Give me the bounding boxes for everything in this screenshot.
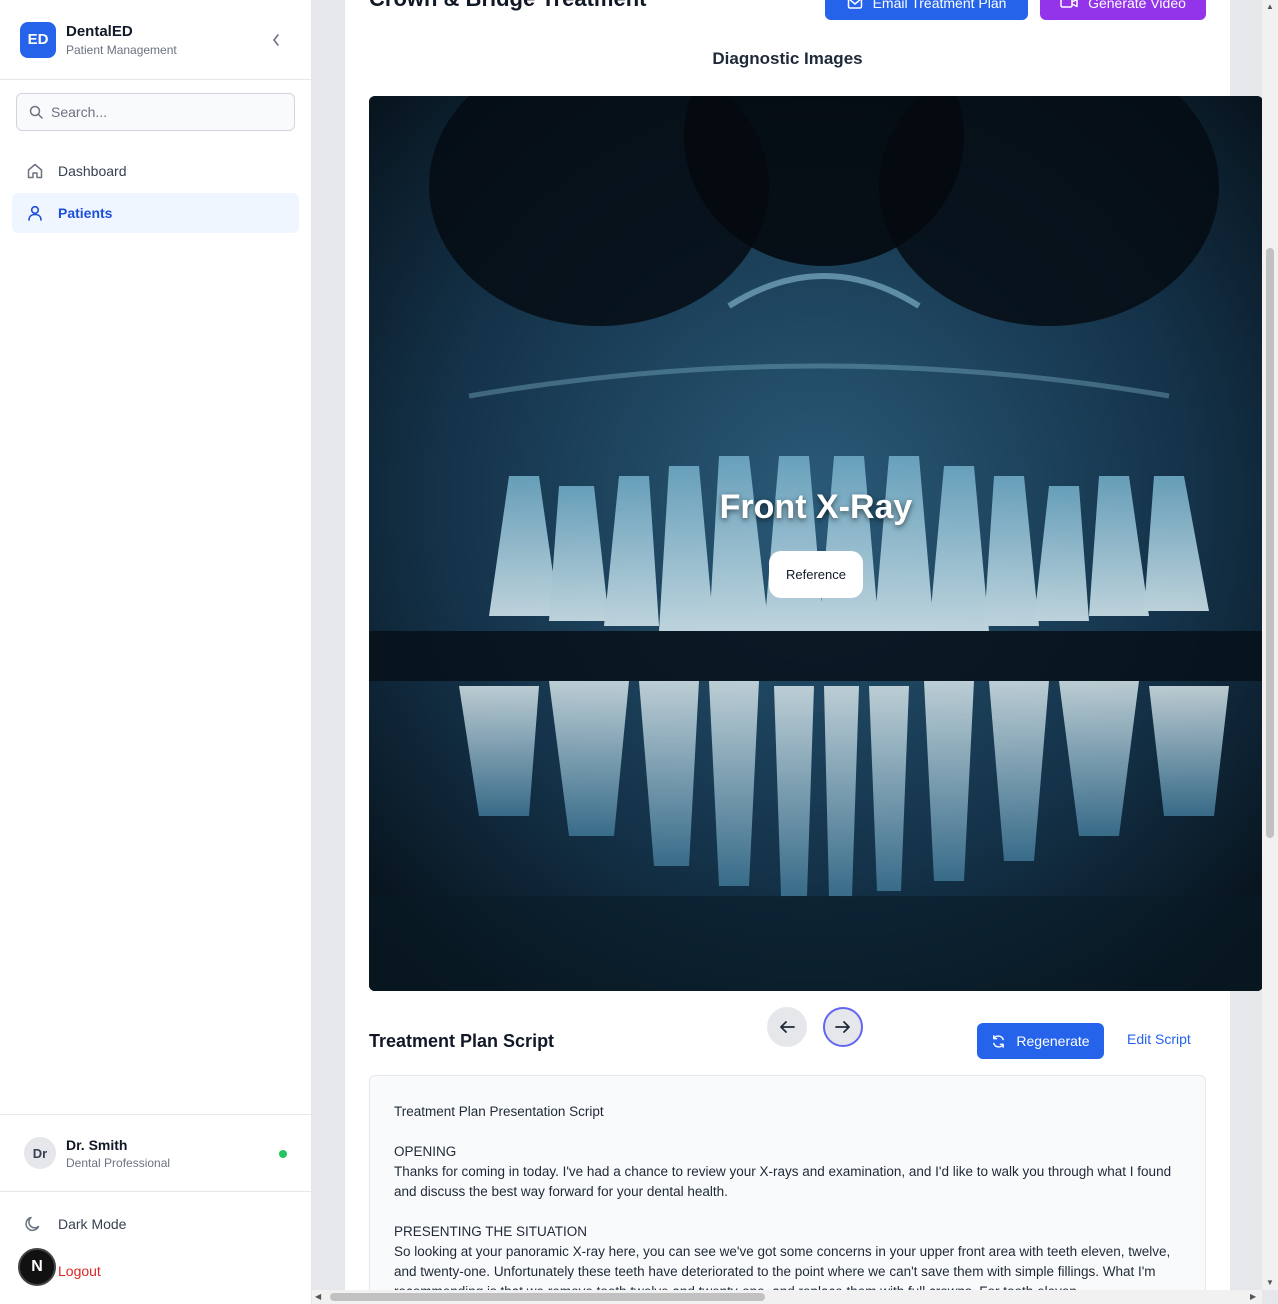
- collapse-sidebar-button[interactable]: [267, 30, 285, 50]
- diagnostic-images-title: Diagnostic Images: [712, 49, 863, 68]
- page-title: Crown & Bridge Treatment: [369, 0, 646, 12]
- home-icon: [27, 163, 43, 179]
- arrow-left-icon: [780, 1021, 795, 1033]
- brand-logo[interactable]: ED: [20, 21, 56, 58]
- next-image-button[interactable]: [823, 1007, 863, 1047]
- vertical-scrollbar[interactable]: ▲ ▼: [1262, 0, 1278, 1290]
- brand-subtitle: Patient Management: [66, 42, 177, 57]
- arrow-right-icon: [835, 1021, 850, 1033]
- logout-button[interactable]: Logout: [58, 1263, 101, 1279]
- search-box[interactable]: [16, 93, 295, 131]
- vertical-scroll-thumb[interactable]: [1266, 248, 1274, 838]
- edit-script-button[interactable]: Edit Script: [1127, 1031, 1191, 1047]
- dark-mode-toggle[interactable]: Dark Mode: [24, 1208, 126, 1240]
- video-button-label: Generate Video: [1088, 0, 1186, 11]
- dark-mode-label: Dark Mode: [58, 1216, 127, 1232]
- video-icon: [1060, 0, 1078, 8]
- sidebar-nav: Dashboard Patients: [12, 151, 299, 235]
- avatar: Dr: [24, 1137, 56, 1169]
- scroll-right-icon[interactable]: ▶: [1250, 1292, 1256, 1301]
- email-button-label: Email Treatment Plan: [872, 0, 1007, 11]
- previous-image-button[interactable]: [767, 1007, 807, 1047]
- image-caption: Front X-Ray: [719, 488, 913, 526]
- opening-title: OPENING: [394, 1144, 457, 1159]
- moon-icon: [25, 1216, 40, 1232]
- brand-header: ED DentalED Patient Management: [0, 0, 311, 80]
- user-name: Dr. Smith: [66, 1136, 128, 1153]
- mail-icon: [847, 0, 862, 9]
- user-icon: [28, 205, 42, 221]
- search-input[interactable]: [51, 104, 271, 120]
- scroll-down-icon[interactable]: ▼: [1266, 1278, 1274, 1287]
- sidebar: ED DentalED Patient Management Dashboard…: [0, 0, 312, 1304]
- nextjs-badge[interactable]: N: [18, 1248, 56, 1286]
- refresh-icon: [993, 1034, 1005, 1048]
- user-profile[interactable]: Dr Dr. Smith Dental Professional: [0, 1114, 311, 1192]
- sidebar-item-patients[interactable]: Patients: [12, 193, 299, 233]
- email-treatment-plan-button[interactable]: Email Treatment Plan: [825, 0, 1028, 20]
- script-heading: Treatment Plan Presentation Script: [394, 1104, 604, 1119]
- online-status-icon: [279, 1150, 287, 1158]
- user-role: Dental Professional: [66, 1155, 171, 1170]
- generate-video-button[interactable]: Generate Video: [1040, 0, 1206, 20]
- xray-illustration: [369, 96, 1263, 991]
- treatment-plan-card: Crown & Bridge Treatment Email Treatment…: [345, 0, 1263, 1304]
- situation-title: PRESENTING THE SITUATION: [394, 1224, 588, 1239]
- sidebar-item-dashboard[interactable]: Dashboard: [12, 151, 299, 191]
- opening-text: Thanks for coming in today. I've had a c…: [394, 1164, 1172, 1199]
- regenerate-button[interactable]: Regenerate: [977, 1023, 1104, 1059]
- scroll-left-icon[interactable]: ◀: [315, 1292, 321, 1301]
- horizontal-scrollbar[interactable]: ◀ ▶: [312, 1290, 1262, 1304]
- brand-name: DentalED: [66, 22, 133, 40]
- regenerate-label: Regenerate: [1016, 1033, 1090, 1049]
- sidebar-item-label: Patients: [58, 205, 113, 221]
- search-icon: [29, 105, 43, 119]
- script-content[interactable]: Treatment Plan Presentation Script OPENI…: [369, 1075, 1206, 1304]
- xray-image[interactable]: Front X-Ray Reference: [369, 96, 1263, 991]
- chevron-left-icon: [273, 34, 279, 46]
- reference-button[interactable]: Reference: [769, 551, 863, 598]
- treatment-script-title: Treatment Plan Script: [369, 1031, 555, 1051]
- scroll-up-icon[interactable]: ▲: [1266, 2, 1274, 11]
- sidebar-item-label: Dashboard: [58, 163, 127, 179]
- horizontal-scroll-thumb[interactable]: [330, 1293, 765, 1301]
